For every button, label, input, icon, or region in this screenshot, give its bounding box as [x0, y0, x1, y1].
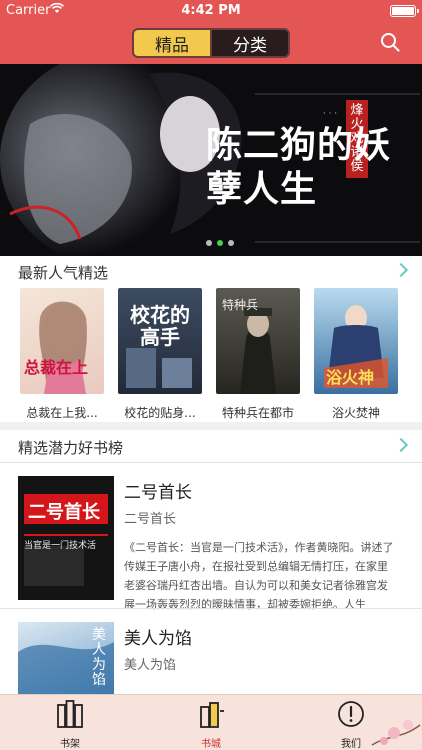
status-bar: Carrier 4:42 PM: [0, 0, 422, 22]
page-dot: [206, 240, 212, 246]
cover-text: 校花的高手: [130, 303, 190, 349]
section-title-ranking: 精选潜力好书榜: [18, 439, 124, 457]
cover-text: 浴火神: [326, 368, 375, 387]
featured-book[interactable]: 校花的高手 校花的贴身...: [118, 288, 202, 421]
book-title: 总裁在上我...: [26, 406, 98, 420]
clock: 4:42 PM: [181, 3, 241, 18]
featured-book[interactable]: 浴火神 浴火焚神: [314, 288, 398, 421]
cover-text: 美人为馅: [92, 627, 106, 688]
cover-text: 二号首长: [28, 502, 100, 523]
book-cover: 特种兵: [216, 288, 300, 394]
banner[interactable]: · · · 烽火戏诸侯 陈二狗的妖孽人生: [0, 64, 422, 256]
chevron-right-icon[interactable]: [393, 437, 409, 453]
cover-subtitle: 当官是一门技术活: [24, 541, 97, 551]
tab-bookshelf[interactable]: 书架: [35, 699, 105, 750]
book-name: 二号首长: [124, 483, 192, 503]
cover-text: 特种兵: [222, 298, 259, 312]
bookstore-icon: [200, 702, 224, 728]
tab-label: 书架: [60, 739, 80, 750]
flower-decoration: [371, 720, 421, 746]
tab-label: 书城: [201, 739, 221, 750]
svg-text:· · ·: · · ·: [323, 109, 337, 119]
cover-text: 总裁在上: [24, 358, 89, 377]
list-item[interactable]: 二号首长 当官是一门技术活 二号首长 二号首长 《二号首长：当官是一门技术活》，…: [0, 474, 422, 611]
battery-icon: [390, 5, 419, 17]
tab-featured[interactable]: 精品: [134, 30, 212, 56]
tab-bookstore[interactable]: 书城: [176, 699, 246, 750]
book-cover: 浴火神: [314, 288, 398, 394]
book-cover: 二号首长 当官是一门技术活: [18, 476, 114, 600]
section-divider: [0, 422, 422, 430]
featured-book[interactable]: 总裁在上 总裁在上我...: [20, 288, 104, 421]
header: Carrier 4:42 PM 精品 分类: [0, 0, 422, 64]
book-title: 特种兵在都市: [221, 406, 294, 420]
book-name: 美人为馅: [124, 629, 192, 649]
book-title: 校花的贴身...: [124, 406, 196, 420]
segmented-control: 精品 分类: [132, 28, 290, 58]
book-author: 二号首长: [124, 512, 177, 527]
book-cover: 美人为馅: [18, 622, 114, 694]
info-icon: [338, 701, 364, 727]
tab-categories[interactable]: 分类: [212, 30, 288, 56]
banner-page-indicator: [206, 240, 234, 246]
book-description: 《二号首长：当官是一门技术活》，作者黄晓阳。讲述了传媒王子唐小舟，在报社受到总编…: [124, 541, 394, 611]
separator: [0, 608, 422, 609]
list-item[interactable]: 美人为馅 美人为馅 美人为馅: [0, 620, 422, 694]
book-author: 美人为馅: [124, 658, 177, 673]
book-cover: 总裁在上: [20, 288, 104, 394]
bookshelf-icon: [57, 700, 83, 728]
tab-bar: 书架 书城 我们: [0, 694, 422, 750]
book-cover: 校花的高手: [118, 288, 202, 394]
page-dot: [228, 240, 234, 246]
featured-book[interactable]: 特种兵 特种兵在都市: [216, 288, 300, 421]
book-title: 浴火焚神: [331, 406, 380, 420]
search-icon[interactable]: [380, 32, 400, 52]
chevron-right-icon[interactable]: [393, 262, 409, 278]
page-dot-active: [217, 240, 223, 246]
banner-title: 陈二狗的妖孽人生: [206, 125, 392, 210]
section-title-popular: 最新人气精选: [18, 264, 109, 282]
separator: [0, 462, 422, 463]
